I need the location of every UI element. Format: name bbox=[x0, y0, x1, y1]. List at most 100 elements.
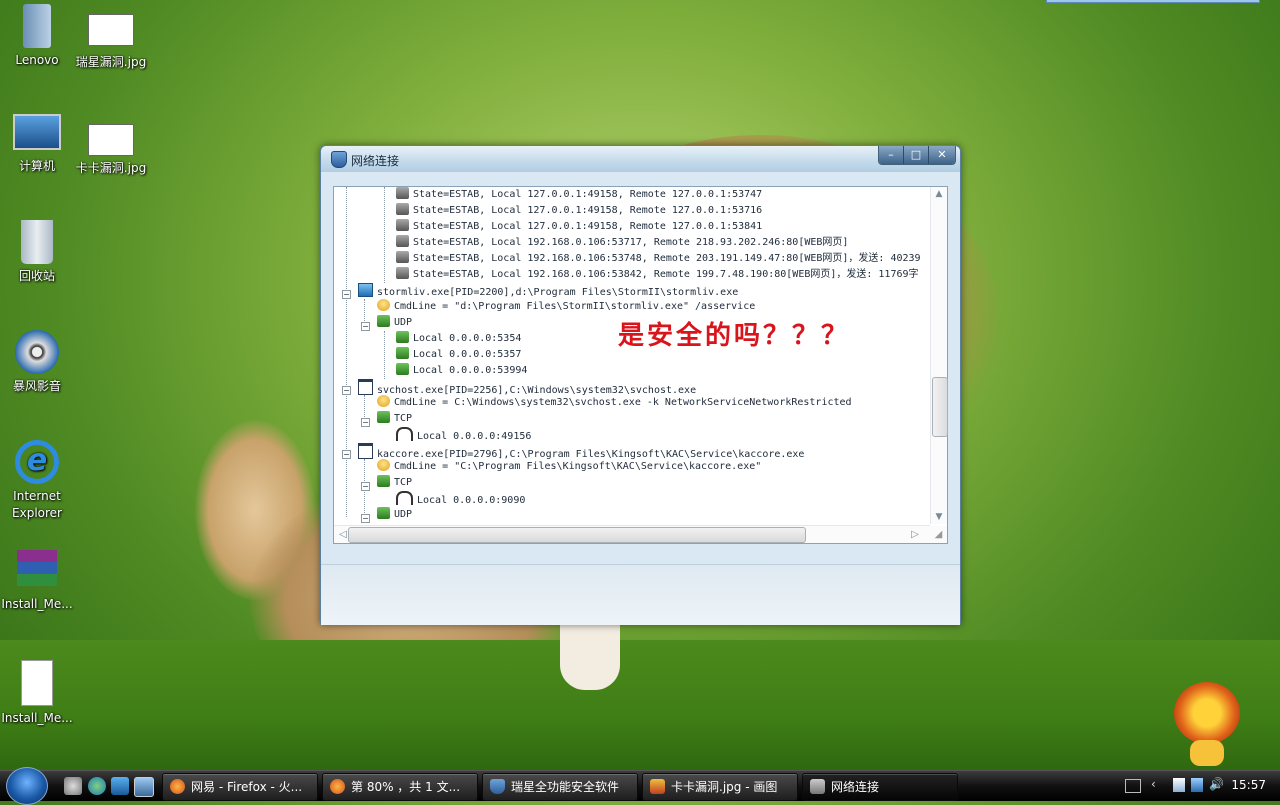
desktop-icon-label: Install_Me... bbox=[1, 711, 73, 725]
lion-mascot-icon[interactable] bbox=[1168, 680, 1248, 768]
tree-node-protocol[interactable]: TCP bbox=[377, 411, 412, 427]
tree-node-label: CmdLine = "C:\Program Files\Kingsoft\KAC… bbox=[394, 461, 762, 472]
horizontal-scrollbar[interactable]: ◁ ▷ bbox=[334, 525, 930, 543]
film-reel-icon bbox=[15, 330, 59, 374]
quick-launch-ie-icon[interactable] bbox=[111, 777, 129, 795]
tree-node-process[interactable]: kaccore.exe[PID=2796],C:\Program Files\K… bbox=[358, 443, 804, 460]
tree-node-port[interactable]: Local 0.0.0.0:49156 bbox=[396, 427, 531, 443]
taskbar-item-label: 网易 - Firefox - 火... bbox=[191, 780, 303, 794]
tray-expand-chevron-icon[interactable]: ‹ bbox=[1151, 777, 1156, 791]
tree-node-protocol[interactable]: TCP bbox=[377, 475, 412, 491]
tree-collapse-toggle[interactable]: − bbox=[342, 450, 351, 459]
tree-collapse-toggle[interactable]: − bbox=[361, 322, 370, 331]
horizontal-scroll-thumb[interactable] bbox=[348, 527, 806, 543]
tree-node-port[interactable]: Local 0.0.0.0:5354 bbox=[396, 331, 521, 347]
network-connections-window[interactable]: 网络连接 – □ ✕ − − − − − − − State=ESTAB, Lo… bbox=[320, 145, 961, 625]
desktop-icon-internet-explorer[interactable]: e Internet Explorer bbox=[0, 440, 74, 522]
connection-icon bbox=[396, 187, 409, 199]
scroll-down-arrow-icon[interactable]: ▼ bbox=[931, 510, 947, 524]
tree-node-label: UDP bbox=[394, 317, 413, 328]
tree-node-protocol[interactable]: UDP bbox=[377, 315, 412, 331]
tree-node-connection[interactable]: State=ESTAB, Local 192.168.0.106:53717, … bbox=[396, 235, 848, 251]
tree-node-cmdline[interactable]: CmdLine = "C:\Program Files\Kingsoft\KAC… bbox=[377, 459, 761, 475]
desktop-icon-recycle-bin[interactable]: 回收站 bbox=[0, 220, 74, 285]
vertical-scroll-thumb[interactable] bbox=[932, 377, 948, 437]
network-window-icon bbox=[810, 779, 825, 794]
show-desktop-icon[interactable] bbox=[134, 777, 154, 797]
scroll-up-arrow-icon[interactable]: ▲ bbox=[931, 187, 947, 201]
image-file-icon bbox=[88, 14, 134, 46]
process-window-icon bbox=[358, 379, 373, 395]
connection-tree[interactable]: − − − − − − − State=ESTAB, Local 127.0.0… bbox=[334, 187, 930, 524]
connection-icon bbox=[396, 219, 409, 231]
window-titlebar[interactable]: 网络连接 – □ ✕ bbox=[321, 146, 960, 172]
udp-port-icon bbox=[396, 363, 409, 375]
recycle-bin-icon bbox=[21, 220, 53, 264]
volume-icon[interactable]: 🔊 bbox=[1209, 777, 1224, 791]
udp-port-icon bbox=[396, 347, 409, 359]
tree-collapse-toggle[interactable]: − bbox=[361, 514, 370, 523]
desktop-icon-storm-player[interactable]: 暴风影音 bbox=[0, 330, 74, 395]
close-button[interactable]: ✕ bbox=[928, 146, 955, 164]
vertical-scrollbar[interactable]: ▲ ▼ bbox=[930, 187, 948, 524]
tree-node-process[interactable]: stormliv.exe[PID=2200],d:\Program Files\… bbox=[358, 283, 738, 299]
tree-node-label: Local 0.0.0.0:5354 bbox=[413, 333, 522, 344]
image-file-icon bbox=[88, 124, 134, 156]
desktop-icon-label: 计算机 bbox=[18, 159, 55, 173]
minimize-button[interactable]: – bbox=[879, 146, 903, 164]
quick-launch-settings-icon[interactable] bbox=[64, 777, 82, 795]
listening-headphone-icon bbox=[396, 491, 413, 505]
clock[interactable]: 15:57 bbox=[1231, 778, 1266, 792]
tree-node-connection[interactable]: State=ESTAB, Local 192.168.0.106:53748, … bbox=[396, 251, 921, 267]
tree-node-port[interactable]: Local 0.0.0.0:5357 bbox=[396, 347, 521, 363]
cmdline-bulb-icon bbox=[377, 395, 390, 407]
tree-node-label: Local 0.0.0.0:5357 bbox=[413, 349, 522, 360]
tree-node-connection[interactable]: State=ESTAB, Local 127.0.0.1:49158, Remo… bbox=[396, 203, 762, 219]
tree-node-label: stormliv.exe[PID=2200],d:\Program Files\… bbox=[377, 287, 739, 298]
connection-icon bbox=[396, 235, 409, 247]
quick-launch-refresh-icon[interactable] bbox=[88, 777, 106, 795]
tree-collapse-toggle[interactable]: − bbox=[342, 386, 351, 395]
desktop-icon-install-file[interactable]: Install_Me... bbox=[0, 660, 74, 727]
desktop-icon-kaka-jpg[interactable]: 卡卡漏洞.jpg bbox=[74, 124, 148, 177]
network-status-icon[interactable] bbox=[1173, 778, 1185, 792]
resize-grip-icon[interactable]: ◢ bbox=[930, 526, 947, 543]
taskbar-item-rising-security[interactable]: 瑞星全功能安全软件 bbox=[482, 773, 638, 801]
security-tray-icon[interactable] bbox=[1191, 778, 1203, 792]
taskbar-item-firefox[interactable]: 网易 - Firefox - 火... bbox=[162, 773, 318, 801]
taskbar-item-label: 网络连接 bbox=[831, 780, 880, 794]
taskbar-item-paint[interactable]: 卡卡漏洞.jpg - 画图 bbox=[642, 773, 798, 801]
tree-node-cmdline[interactable]: CmdLine = "d:\Program Files\StormII\stor… bbox=[377, 299, 755, 315]
tree-collapse-toggle[interactable]: − bbox=[361, 482, 370, 491]
tree-collapse-toggle[interactable]: − bbox=[342, 290, 351, 299]
taskbar-item-label: 瑞星全功能安全软件 bbox=[511, 780, 620, 794]
desktop-icon-computer[interactable]: 计算机 bbox=[0, 114, 74, 175]
tree-collapse-toggle[interactable]: − bbox=[361, 418, 370, 427]
taskbar-item-download[interactable]: 第 80% ，共 1 文... bbox=[322, 773, 478, 801]
desktop-icon-install-archive[interactable]: Install_Me... bbox=[0, 550, 74, 613]
tree-node-port[interactable]: Local 0.0.0.0:53994 bbox=[396, 363, 527, 379]
scroll-right-arrow-icon[interactable]: ▷ bbox=[908, 526, 922, 543]
tree-node-label: State=ESTAB, Local 127.0.0.1:49158, Remo… bbox=[413, 221, 763, 232]
desktop-icon-lenovo[interactable]: Lenovo bbox=[0, 4, 74, 69]
tree-node-connection[interactable]: State=ESTAB, Local 127.0.0.1:49158, Remo… bbox=[396, 187, 762, 203]
tree-node-label: UDP bbox=[394, 509, 413, 520]
firefox-icon bbox=[330, 779, 345, 794]
taskbar-item-network-connections[interactable]: 网络连接 bbox=[802, 773, 958, 801]
firefox-icon bbox=[170, 779, 185, 794]
keyboard-icon[interactable] bbox=[1125, 779, 1141, 793]
tree-node-protocol[interactable]: UDP bbox=[377, 507, 412, 523]
network-protocol-icon bbox=[377, 411, 390, 423]
connection-tree-panel[interactable]: − − − − − − − State=ESTAB, Local 127.0.0… bbox=[333, 186, 948, 544]
tree-node-cmdline[interactable]: CmdLine = C:\Windows\system32\svchost.ex… bbox=[377, 395, 852, 411]
maximize-button[interactable]: □ bbox=[903, 146, 928, 164]
tree-node-process[interactable]: svchost.exe[PID=2256],C:\Windows\system3… bbox=[358, 379, 696, 396]
start-button[interactable] bbox=[6, 767, 48, 805]
tree-node-connection[interactable]: State=ESTAB, Local 192.168.0.106:53842, … bbox=[396, 267, 919, 283]
annotation-text: 是安全的吗？？？ bbox=[618, 321, 851, 351]
desktop-icon-rising-jpg[interactable]: 瑞星漏洞.jpg bbox=[74, 14, 148, 71]
tree-node-port[interactable]: Local 0.0.0.0:9090 bbox=[396, 491, 525, 507]
background-grass bbox=[0, 640, 1280, 770]
tree-node-connection[interactable]: State=ESTAB, Local 127.0.0.1:49158, Remo… bbox=[396, 219, 762, 235]
connection-icon bbox=[396, 267, 409, 279]
